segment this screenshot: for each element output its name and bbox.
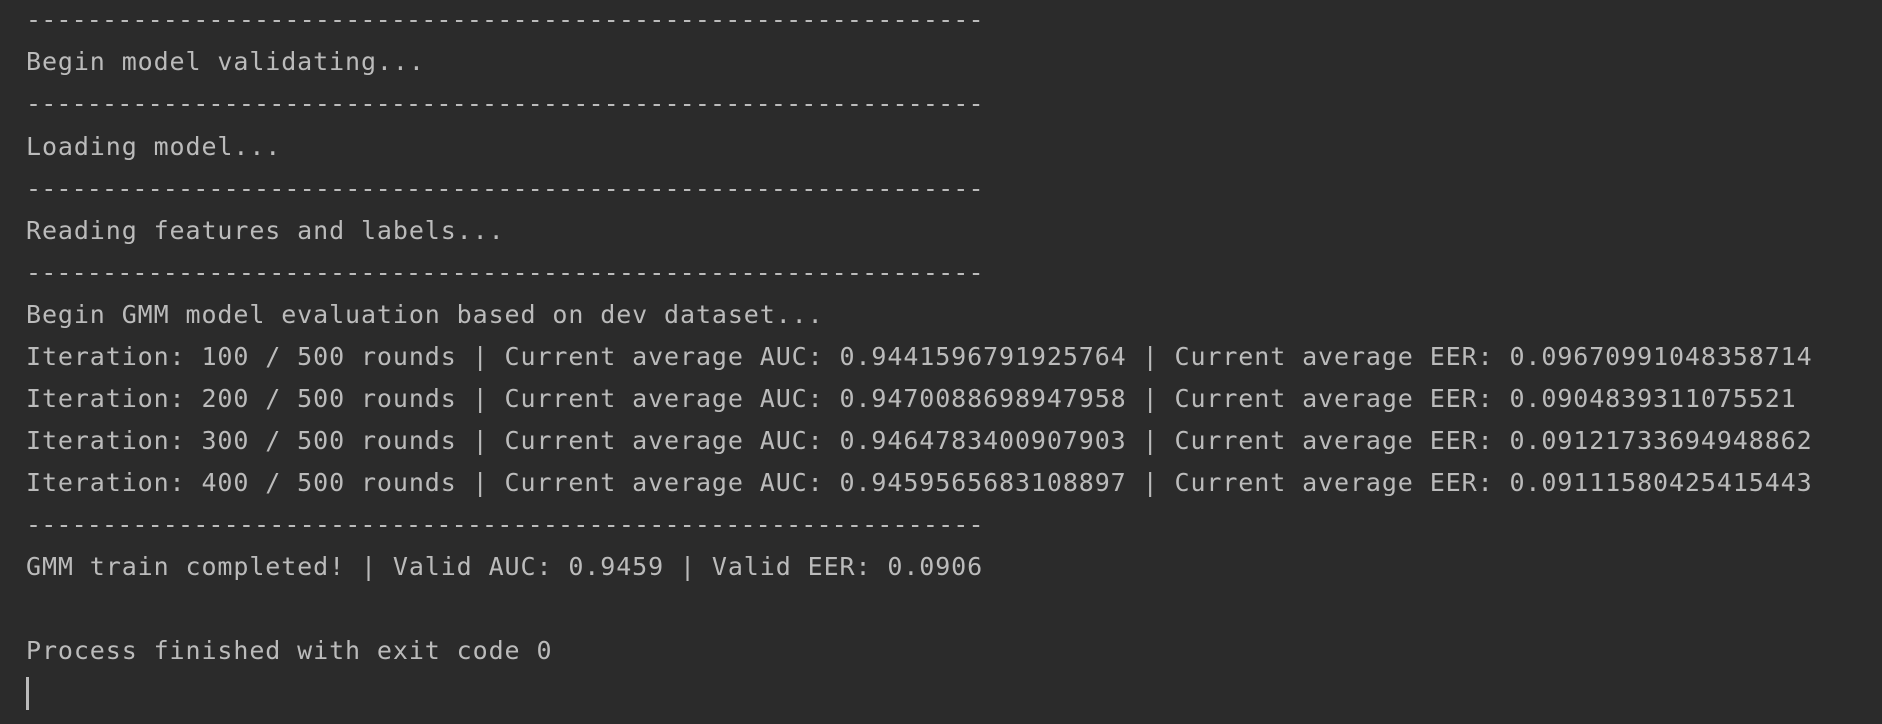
separator-line: ----------------------------------------… [26,258,984,287]
separator-line: ----------------------------------------… [26,89,984,118]
separator-line: ----------------------------------------… [26,510,984,539]
log-line-iteration-200: Iteration: 200 / 500 rounds | Current av… [26,384,1797,413]
separator-line: ----------------------------------------… [26,174,984,203]
log-line-gmm-evaluation: Begin GMM model evaluation based on dev … [26,300,824,329]
log-line-iteration-300: Iteration: 300 / 500 rounds | Current av… [26,426,1813,455]
log-line-train-completed: GMM train completed! | Valid AUC: 0.9459… [26,552,984,581]
log-line-reading: Reading features and labels... [26,216,505,245]
separator-line: ----------------------------------------… [26,5,984,34]
log-line-loading: Loading model... [26,132,282,161]
log-line-exit-code: Process finished with exit code 0 [26,636,553,665]
run-console-output[interactable]: ----------------------------------------… [0,0,1882,724]
log-line-validating: Begin model validating... [26,47,425,76]
log-line-iteration-400: Iteration: 400 / 500 rounds | Current av… [26,468,1813,497]
log-line-iteration-100: Iteration: 100 / 500 rounds | Current av… [26,342,1813,371]
text-cursor [26,677,29,710]
